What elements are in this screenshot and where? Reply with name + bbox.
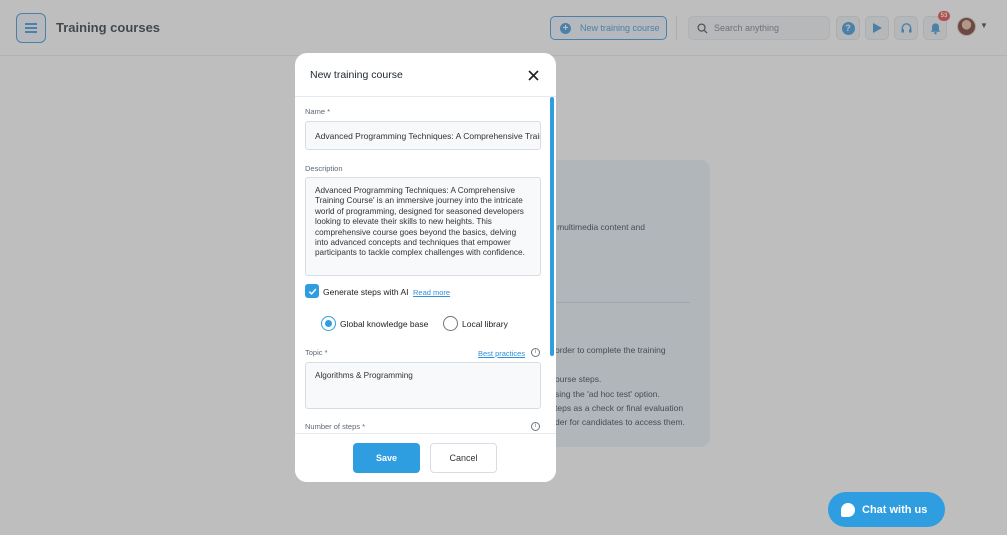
radio-global-knowledge-base[interactable]: [321, 316, 336, 331]
chat-bubble-icon: [841, 502, 855, 517]
topic-label: Topic *: [305, 348, 328, 357]
chat-button[interactable]: Chat with us: [828, 492, 945, 527]
close-icon[interactable]: [525, 67, 541, 83]
description-field[interactable]: Advanced Programming Techniques: A Compr…: [305, 177, 541, 276]
dialog-title: New training course: [310, 69, 403, 81]
info-icon[interactable]: i: [531, 422, 540, 431]
scrollbar[interactable]: [550, 97, 554, 356]
radio-local-library[interactable]: [443, 316, 458, 331]
cancel-button[interactable]: Cancel: [430, 443, 497, 473]
dialog-header: New training course: [295, 53, 556, 97]
radio-global-label: Global knowledge base: [340, 319, 429, 329]
dialog-footer: Save Cancel: [295, 433, 556, 482]
read-more-link[interactable]: Read more: [413, 288, 450, 297]
new-training-course-dialog: New training course Name * Advanced Prog…: [295, 53, 556, 482]
description-label: Description: [305, 164, 343, 173]
info-icon[interactable]: i: [531, 348, 540, 357]
topic-field[interactable]: Algorithms & Programming: [305, 362, 541, 409]
dialog-body: Name * Advanced Programming Techniques: …: [295, 97, 556, 482]
generate-ai-checkbox[interactable]: [305, 284, 319, 298]
name-label: Name *: [305, 107, 331, 116]
radio-local-label: Local library: [462, 319, 508, 329]
chat-label: Chat with us: [862, 503, 928, 516]
name-field[interactable]: Advanced Programming Techniques: A Compr…: [305, 121, 541, 150]
generate-ai-label: Generate steps with AI: [323, 287, 409, 297]
save-button[interactable]: Save: [353, 443, 420, 473]
check-icon: [308, 288, 316, 295]
best-practices-link[interactable]: Best practices: [478, 349, 525, 358]
steps-label: Number of steps *: [305, 422, 366, 431]
